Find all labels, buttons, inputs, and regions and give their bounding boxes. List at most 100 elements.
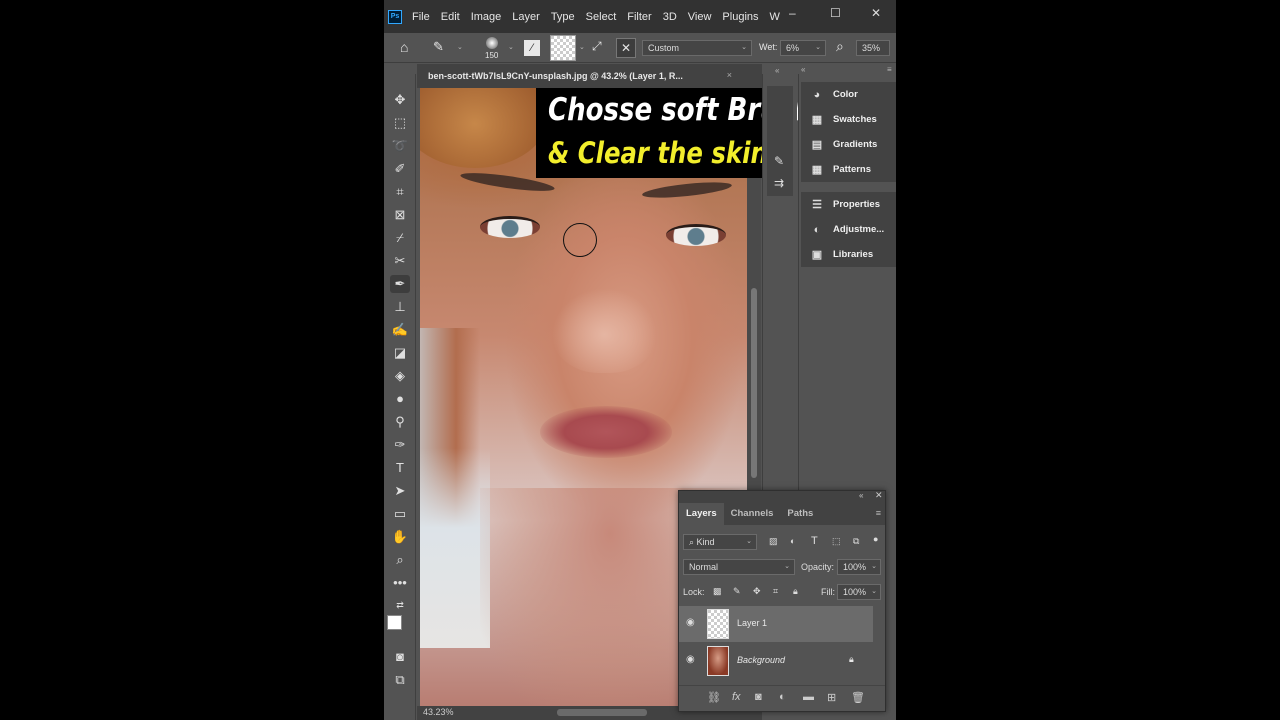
move-tool-icon[interactable]: ✥ xyxy=(390,91,410,109)
fx-icon[interactable]: fx xyxy=(732,691,741,703)
menu-type[interactable]: Type xyxy=(551,11,575,23)
new-group-icon[interactable]: ▬ xyxy=(803,691,814,703)
mixer-brush-tool-icon[interactable]: ✎ xyxy=(433,39,444,55)
zoom-input[interactable]: 35% xyxy=(856,40,890,56)
chevron-down-icon[interactable]: ⌄ xyxy=(457,43,463,51)
new-adjustment-icon[interactable]: ◐ xyxy=(779,691,786,703)
filter-shape-icon[interactable]: ⬚ xyxy=(832,536,841,547)
eraser-tool-icon[interactable]: ◪ xyxy=(390,344,410,362)
panel-tab-color[interactable]: ◕ Color xyxy=(801,82,896,107)
home-icon[interactable]: ⌂ xyxy=(400,39,408,55)
filter-adjustment-icon[interactable]: ◐ xyxy=(790,536,795,546)
brush-preset-icon[interactable] xyxy=(486,37,498,49)
zoom-status[interactable]: 43.23% xyxy=(423,707,454,717)
canvas-horizontal-scrollbar[interactable] xyxy=(557,709,647,716)
clone-source-panel-icon[interactable]: ⇉ xyxy=(774,176,784,190)
close-window-button[interactable]: ✕ xyxy=(871,6,881,20)
brush-settings-icon[interactable]: ⁄ xyxy=(524,40,540,56)
filter-pixel-icon[interactable]: ▨ xyxy=(769,536,778,547)
brush-settings-panel-icon[interactable]: ✎ xyxy=(774,154,784,168)
filter-kind-dropdown[interactable]: ⌕ Kind ⌄ xyxy=(683,534,757,550)
visibility-eye-icon[interactable]: ◉ xyxy=(686,654,695,665)
blur-tool-icon[interactable]: ● xyxy=(390,390,410,408)
foreground-color-swatch[interactable] xyxy=(387,615,402,630)
minimize-button[interactable]: – xyxy=(789,6,796,20)
wet-input[interactable]: 6% ⌄ xyxy=(780,40,826,56)
chevron-down-icon[interactable]: ⌄ xyxy=(508,43,514,51)
current-brush-load-swatch[interactable] xyxy=(550,35,576,61)
scrollbar-thumb[interactable] xyxy=(751,288,757,478)
frame-tool-icon[interactable]: ⊠ xyxy=(390,206,410,224)
opacity-input[interactable]: 100% ⌄ xyxy=(837,559,881,575)
quick-selection-tool-icon[interactable]: ✐ xyxy=(390,160,410,178)
panel-tab-patterns[interactable]: ▦ Patterns xyxy=(801,157,896,182)
clean-brush-icon[interactable]: ✕ xyxy=(616,38,636,58)
panel-menu-icon[interactable]: ≡ xyxy=(876,508,881,518)
panel-tab-libraries[interactable]: ▣ Libraries xyxy=(801,242,896,267)
blend-mode-dropdown[interactable]: Normal ⌄ xyxy=(683,559,795,575)
menu-layer[interactable]: Layer xyxy=(512,11,540,23)
menu-plugins[interactable]: Plugins xyxy=(722,11,758,23)
close-panel-icon[interactable]: ✕ xyxy=(875,490,883,501)
menu-select[interactable]: Select xyxy=(586,11,617,23)
load-brush-icon[interactable]: ⤢ xyxy=(592,39,602,54)
close-tab-icon[interactable]: × xyxy=(727,70,732,80)
gradient-tool-icon[interactable]: ◈ xyxy=(390,367,410,385)
maximize-button[interactable]: ☐ xyxy=(830,6,841,20)
rectangle-tool-icon[interactable]: ▭ xyxy=(390,505,410,523)
tab-channels[interactable]: Channels xyxy=(724,503,781,525)
swap-colors-icon[interactable]: ⇄ xyxy=(390,596,410,614)
filter-toggle-icon[interactable]: ● xyxy=(873,534,878,544)
zoom-tool-icon[interactable]: ⌕ xyxy=(390,551,410,569)
eyedropper-tool-icon[interactable]: ⌿ xyxy=(390,229,410,247)
lock-transparent-icon[interactable]: ▩ xyxy=(713,586,722,597)
pen-tool-icon[interactable]: ✑ xyxy=(390,436,410,454)
healing-brush-tool-icon[interactable]: ✂ xyxy=(390,252,410,270)
filter-smart-object-icon[interactable]: ⧉ xyxy=(853,536,859,547)
lock-image-icon[interactable]: ✎ xyxy=(733,586,741,597)
link-layers-icon[interactable]: ⛓ xyxy=(707,691,721,704)
type-tool-icon[interactable]: T xyxy=(390,459,410,477)
lock-artboard-icon[interactable]: ⌗ xyxy=(773,586,778,597)
more-tools-icon[interactable]: ••• xyxy=(390,574,410,592)
panel-tab-adjustments[interactable]: ◐ Adjustme... xyxy=(801,217,896,242)
tab-layers[interactable]: Layers xyxy=(679,503,724,525)
menu-window[interactable]: W xyxy=(770,11,780,23)
collapse-panels-icon[interactable]: « xyxy=(775,66,779,75)
panel-tab-properties[interactable]: ☰ Properties xyxy=(801,192,896,217)
search-icon[interactable]: ⌕ xyxy=(836,38,844,55)
new-layer-icon[interactable]: ⊞ xyxy=(827,691,836,704)
document-tab[interactable]: ben-scott-tWb7lsL9CnY-unsplash.jpg @ 43.… xyxy=(417,64,762,88)
lock-position-icon[interactable]: ✥ xyxy=(753,586,761,597)
add-mask-icon[interactable]: ◙ xyxy=(755,691,762,703)
history-brush-tool-icon[interactable]: ✍ xyxy=(390,321,410,339)
quick-mask-icon[interactable]: ◙ xyxy=(390,648,410,666)
filter-type-icon[interactable]: T xyxy=(811,535,818,547)
path-selection-tool-icon[interactable]: ➤ xyxy=(390,482,410,500)
chevron-down-icon[interactable]: ⌄ xyxy=(579,43,585,51)
screen-mode-icon[interactable]: ⧉ xyxy=(390,671,410,689)
layer-row-layer-1[interactable]: ◉ Layer 1 xyxy=(679,606,873,642)
dock-menu-icon[interactable]: ≡ xyxy=(887,65,892,74)
crop-tool-icon[interactable]: ⌗ xyxy=(390,183,410,201)
preset-dropdown[interactable]: Custom ⌄ xyxy=(642,40,752,56)
menu-file[interactable]: File xyxy=(412,11,430,23)
dodge-tool-icon[interactable]: ⚲ xyxy=(390,413,410,431)
visibility-eye-icon[interactable]: ◉ xyxy=(686,617,695,628)
menu-filter[interactable]: Filter xyxy=(627,11,651,23)
panel-tab-gradients[interactable]: ▤ Gradients xyxy=(801,132,896,157)
menu-image[interactable]: Image xyxy=(471,11,502,23)
menu-3d[interactable]: 3D xyxy=(663,11,677,23)
trash-icon[interactable]: 🗑︎ xyxy=(851,691,865,704)
menu-view[interactable]: View xyxy=(688,11,712,23)
collapse-icon[interactable]: « xyxy=(859,491,863,500)
menu-edit[interactable]: Edit xyxy=(441,11,460,23)
layer-row-background[interactable]: ◉ Background 🔒︎ xyxy=(679,643,873,679)
tab-paths[interactable]: Paths xyxy=(780,503,820,525)
collapse-dock-icon[interactable]: « xyxy=(801,65,805,74)
lock-all-icon[interactable]: 🔒︎ xyxy=(793,586,798,597)
panel-tab-swatches[interactable]: ▦ Swatches xyxy=(801,107,896,132)
lasso-tool-icon[interactable]: ➰ xyxy=(390,137,410,155)
clone-stamp-tool-icon[interactable]: ⊥ xyxy=(390,298,410,316)
fill-input[interactable]: 100% ⌄ xyxy=(837,584,881,600)
